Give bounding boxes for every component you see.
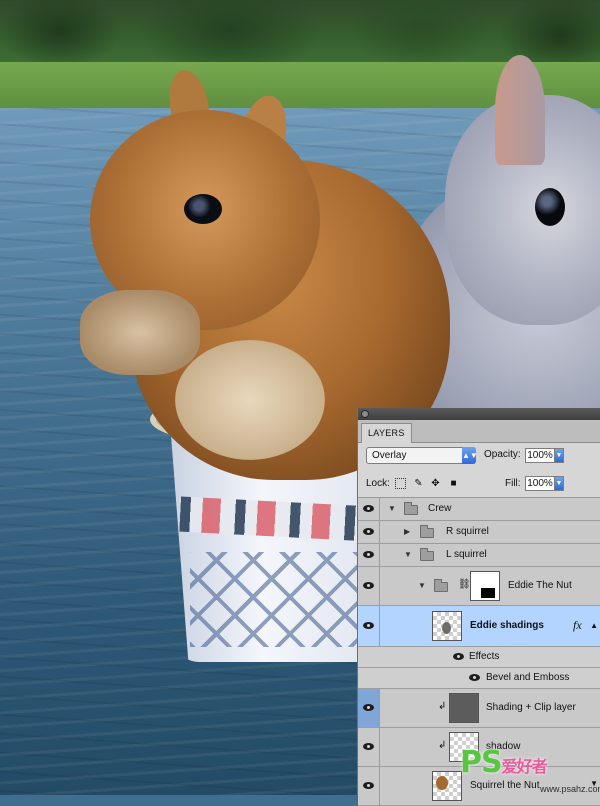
expand-triangle-icon[interactable]: ▼ <box>404 550 412 559</box>
layer-thumbnail[interactable] <box>432 611 462 641</box>
folder-icon <box>404 502 418 515</box>
fill-dropdown-icon[interactable]: ▼ <box>554 476 564 491</box>
opacity-input[interactable]: 100% <box>525 448 555 463</box>
layer-name: Shading + Clip layer <box>486 702 576 713</box>
layer-row-eddie-the-nut[interactable]: ▼ ⛓ Eddie The Nut <box>358 567 600 606</box>
blend-mode-value: Overlay <box>372 450 407 461</box>
layer-name: R squirrel <box>446 526 489 537</box>
effect-row-bevel-emboss[interactable]: Bevel and Emboss <box>358 668 600 689</box>
layer-name: L squirrel <box>446 549 487 560</box>
expand-triangle-icon[interactable]: ▼ <box>388 504 396 513</box>
effect-name: Bevel and Emboss <box>486 672 570 683</box>
layer-row-r-squirrel[interactable]: ▶ R squirrel <box>358 521 600 544</box>
effects-row[interactable]: Effects <box>358 647 600 668</box>
collapse-triangle-icon[interactable]: ▶ <box>404 527 410 536</box>
clip-arrow-icon: ↲ <box>438 701 447 712</box>
watermark-main: PS <box>460 745 503 780</box>
layer-name: Eddie shadings <box>470 620 544 631</box>
layer-mask-thumbnail[interactable] <box>470 571 500 601</box>
watermark-sub: 爱好者 <box>501 757 548 776</box>
opacity-dropdown-icon[interactable]: ▼ <box>554 448 564 463</box>
layer-row-crew[interactable]: ▼ Crew <box>358 498 600 521</box>
chevron-updown-icon[interactable]: ▲▼ <box>462 447 478 464</box>
fill-input[interactable]: 100% <box>525 476 555 491</box>
blend-opacity-row: Overlay ▲▼ Opacity: 100% ▼ <box>358 443 600 469</box>
expand-triangle-icon[interactable]: ▼ <box>418 581 426 590</box>
layer-name: Crew <box>428 503 452 514</box>
layer-thumbnail[interactable] <box>449 693 479 723</box>
clip-arrow-icon: ↲ <box>438 740 447 751</box>
eye-icon[interactable] <box>363 505 374 512</box>
folder-icon <box>420 548 434 561</box>
site-watermark: PS爱好者 <box>460 745 548 780</box>
eye-icon[interactable] <box>363 551 374 558</box>
lock-paint-brush-icon[interactable]: ✎ <box>413 478 424 489</box>
fx-icon[interactable]: fx <box>573 618 582 633</box>
opacity-label: Opacity: <box>484 449 521 460</box>
eye-icon[interactable] <box>363 743 374 750</box>
layer-row-l-squirrel[interactable]: ▼ L squirrel <box>358 544 600 567</box>
eye-icon[interactable] <box>363 704 374 711</box>
watermark-url: www.psahz.com <box>540 784 600 794</box>
panel-tabbar: LAYERS <box>358 420 600 443</box>
layer-row-eddie-shadings[interactable]: Eddie shadings fx ▲ <box>358 606 600 647</box>
close-icon[interactable] <box>361 410 369 418</box>
eye-icon[interactable] <box>363 622 374 629</box>
eye-icon[interactable] <box>453 653 464 660</box>
fill-label: Fill: <box>505 478 521 489</box>
folder-icon <box>420 525 434 538</box>
lock-all-icon[interactable]: ■ <box>448 478 459 489</box>
folder-icon <box>434 579 448 592</box>
lock-transparency-icon[interactable] <box>395 478 406 489</box>
chain-link-icon[interactable]: ⛓ <box>458 579 471 590</box>
layer-thumbnail[interactable] <box>432 771 462 801</box>
blend-mode-select[interactable]: Overlay ▲▼ <box>366 447 478 464</box>
effects-label: Effects <box>469 651 500 662</box>
eye-icon[interactable] <box>363 582 374 589</box>
layer-name: Squirrel the Nut <box>470 780 540 791</box>
eye-icon[interactable] <box>469 674 480 681</box>
layers-panel: LAYERS Overlay ▲▼ Opacity: 100% ▼ Lock: … <box>357 408 600 806</box>
eye-icon[interactable] <box>363 528 374 535</box>
lock-fill-row: Lock: ✎ ✥ ■ Fill: 100% ▼ <box>358 469 600 498</box>
layer-name: Eddie The Nut <box>508 580 572 591</box>
layer-row-shading-clip[interactable]: ↲ Shading + Clip layer <box>358 689 600 728</box>
lock-move-icon[interactable]: ✥ <box>430 478 441 489</box>
scroll-up-icon[interactable]: ▲ <box>590 621 598 630</box>
tab-layers[interactable]: LAYERS <box>361 423 412 443</box>
panel-titlebar[interactable] <box>358 408 600 420</box>
eye-icon[interactable] <box>363 782 374 789</box>
lock-label: Lock: <box>366 478 390 489</box>
